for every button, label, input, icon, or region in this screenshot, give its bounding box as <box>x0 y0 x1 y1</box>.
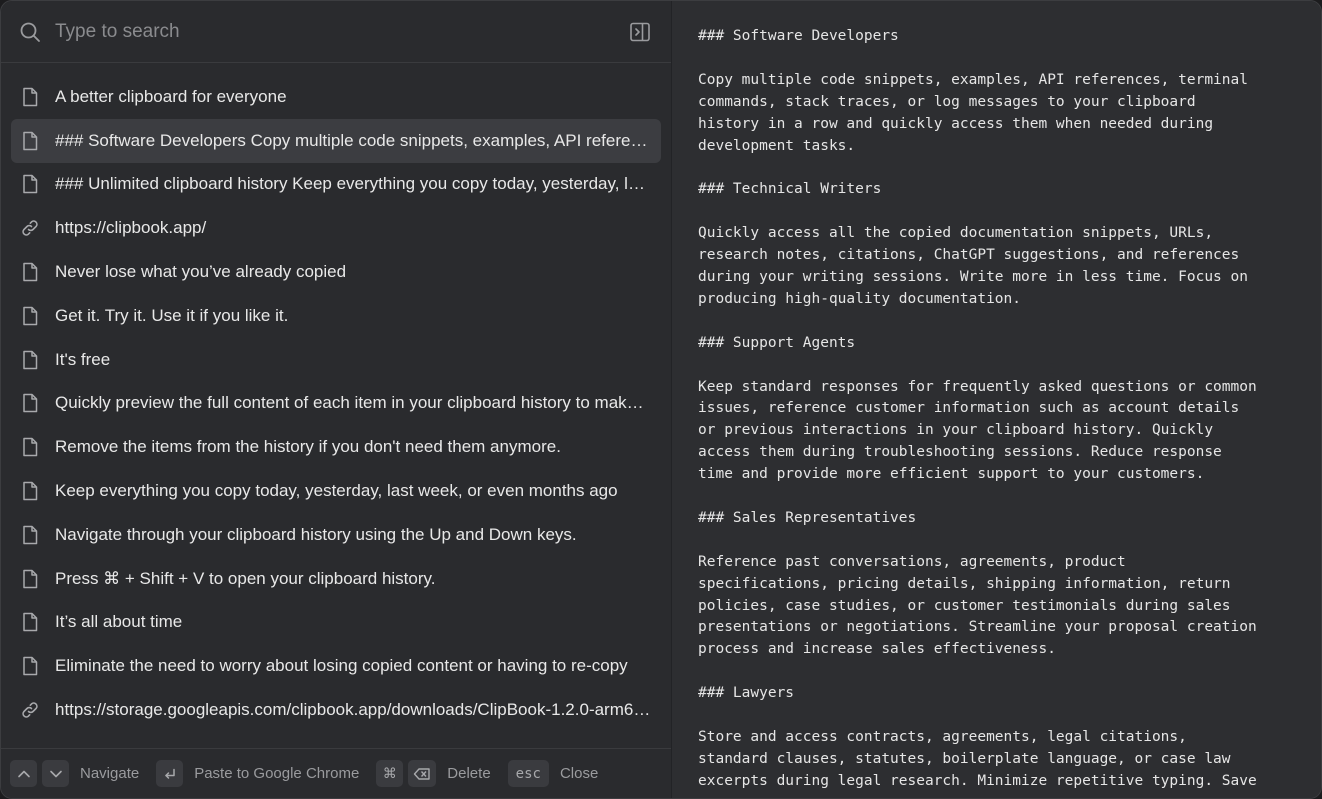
history-item[interactable]: Never lose what you’ve already copied <box>11 250 661 294</box>
history-item-text: https://storage.googleapis.com/clipbook.… <box>55 700 651 720</box>
history-item[interactable]: https://clipbook.app/ <box>11 206 661 250</box>
paste-action[interactable]: Paste to Google Chrome <box>194 765 359 782</box>
history-item[interactable]: A better clipboard for everyone <box>11 75 661 119</box>
document-icon <box>19 568 41 590</box>
document-icon <box>19 349 41 371</box>
history-item-text: It's free <box>55 349 111 369</box>
navigate-label: Navigate <box>80 765 140 782</box>
history-item-text: Keep everything you copy today, yesterda… <box>55 481 618 501</box>
history-item-text: Never lose what you’ve already copied <box>55 262 347 282</box>
history-item-text: ### Software Developers Copy multiple co… <box>55 130 651 150</box>
history-item-text: Quickly preview the full content of each… <box>55 393 651 413</box>
history-item-text: Get it. Try it. Use it if you like it. <box>55 305 289 325</box>
history-item[interactable]: Get it. Try it. Use it if you like it. <box>11 294 661 338</box>
history-item[interactable]: Keep everything you copy today, yesterda… <box>11 469 661 513</box>
escape-key: esc <box>507 760 549 787</box>
history-item[interactable]: Eliminate the need to worry about losing… <box>11 644 661 688</box>
document-icon <box>19 436 41 458</box>
preview-text: ### Software Developers Copy multiple co… <box>698 28 1257 789</box>
history-item-text: ### Unlimited clipboard history Keep eve… <box>55 174 651 194</box>
history-item[interactable]: Press ⌘ + Shift + V to open your clipboa… <box>11 557 661 601</box>
document-icon <box>19 655 41 677</box>
document-icon <box>19 130 41 152</box>
history-item-text: Navigate through your clipboard history … <box>55 524 577 544</box>
history-item-text: Eliminate the need to worry about losing… <box>55 656 628 676</box>
history-item[interactable]: It’s all about time <box>11 601 661 645</box>
toggle-preview-icon[interactable] <box>629 21 651 43</box>
history-item-text: https://clipbook.app/ <box>55 218 207 238</box>
history-item[interactable]: ### Unlimited clipboard history Keep eve… <box>11 163 661 207</box>
close-action[interactable]: Close <box>560 765 598 782</box>
arrow-down-key-icon <box>42 760 69 787</box>
document-icon <box>19 392 41 414</box>
command-key: ⌘ <box>376 760 404 787</box>
history-panel: A better clipboard for everyone ### Softw… <box>1 1 672 798</box>
search-bar <box>1 1 671 63</box>
return-key-icon <box>156 760 184 787</box>
link-icon <box>19 699 41 721</box>
search-icon <box>19 21 41 43</box>
document-icon <box>19 261 41 283</box>
history-item[interactable]: Navigate through your clipboard history … <box>11 513 661 557</box>
delete-key-icon <box>408 760 437 787</box>
document-icon <box>19 305 41 327</box>
history-item-text: A better clipboard for everyone <box>55 86 287 106</box>
preview-panel: ### Software Developers Copy multiple co… <box>672 1 1321 798</box>
history-list: A better clipboard for everyone ### Softw… <box>1 63 671 732</box>
history-item-text: Press ⌘ + Shift + V to open your clipboa… <box>55 568 436 588</box>
history-item[interactable]: https://storage.googleapis.com/clipbook.… <box>11 688 661 732</box>
document-icon <box>19 86 41 108</box>
arrow-up-key-icon <box>10 760 37 787</box>
history-item[interactable]: It's free <box>11 338 661 382</box>
delete-action[interactable]: Delete <box>447 765 490 782</box>
document-icon <box>19 173 41 195</box>
history-item[interactable]: Remove the items from the history if you… <box>11 425 661 469</box>
shortcut-bar: Navigate Paste to Google Chrome ⌘ Delete… <box>1 748 671 798</box>
search-input[interactable] <box>55 20 629 43</box>
history-item-text: Remove the items from the history if you… <box>55 437 561 457</box>
document-icon <box>19 611 41 633</box>
document-icon <box>19 480 41 502</box>
link-icon <box>19 217 41 239</box>
clipboard-window: A better clipboard for everyone ### Softw… <box>0 0 1322 799</box>
history-item[interactable]: Quickly preview the full content of each… <box>11 382 661 426</box>
document-icon <box>19 524 41 546</box>
history-item-text: It’s all about time <box>55 612 183 632</box>
history-item[interactable]: ### Software Developers Copy multiple co… <box>11 118 661 163</box>
